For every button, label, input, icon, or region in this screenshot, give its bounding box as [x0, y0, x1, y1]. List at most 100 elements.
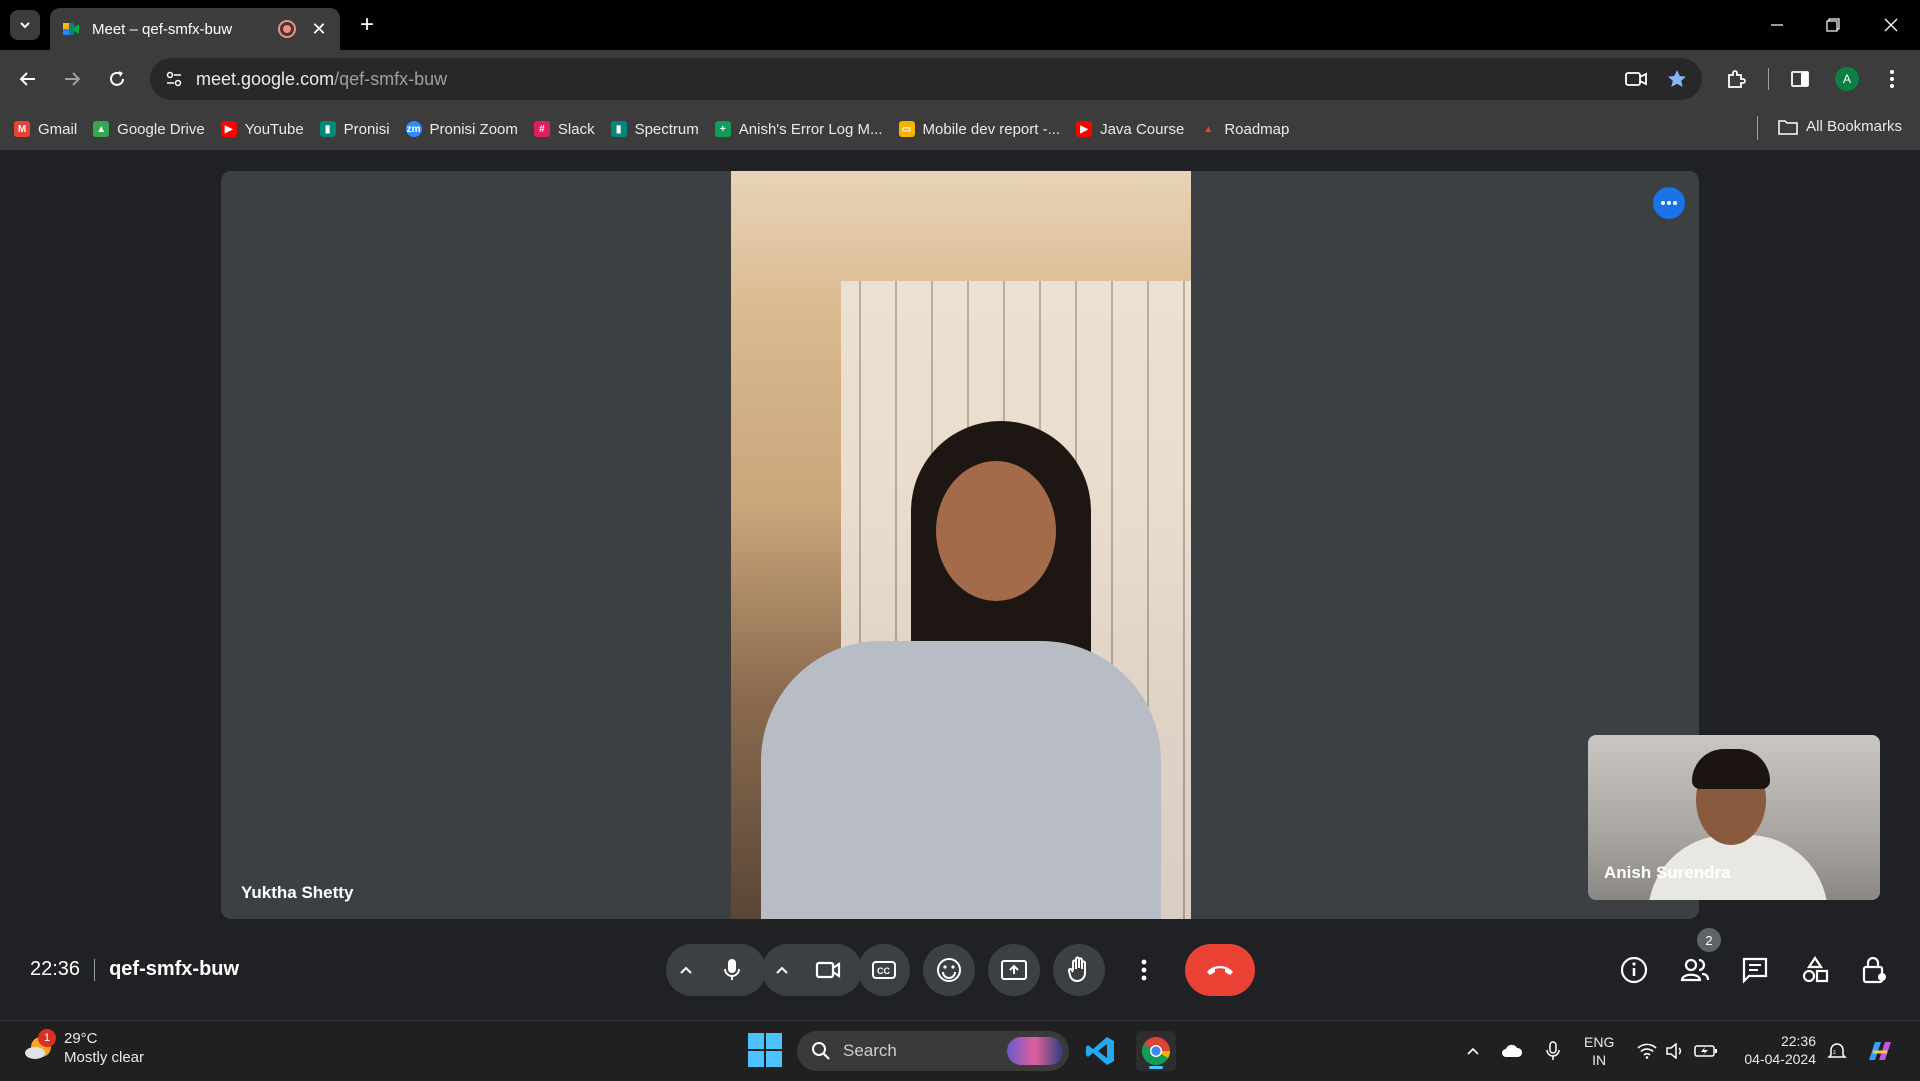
camera-control-group — [762, 944, 862, 996]
side-panel-button[interactable] — [1784, 63, 1816, 95]
arrow-left-icon — [19, 72, 35, 86]
meeting-controls-bar: 22:36 qef-smfx-buw CC 2 — [0, 928, 1920, 1010]
captions-button[interactable]: CC — [858, 944, 910, 996]
bookmark-gmail[interactable]: M Gmail — [14, 121, 77, 138]
reactions-button[interactable] — [923, 944, 975, 996]
bookmark-error-log[interactable]: + Anish's Error Log M... — [714, 121, 883, 138]
tray-notifications[interactable]: z — [1824, 1021, 1850, 1081]
people-button[interactable] — [1673, 948, 1717, 992]
region-code: IN — [1592, 1052, 1607, 1068]
raise-hand-button[interactable] — [1053, 944, 1105, 996]
profile-avatar[interactable]: A — [1831, 63, 1863, 95]
search-label: Search — [843, 1041, 897, 1060]
new-tab-button[interactable]: + — [352, 10, 382, 40]
bookmarks-divider — [1757, 116, 1758, 140]
slack-icon: # — [533, 121, 550, 137]
details-divider — [94, 958, 96, 981]
more-horizontal-icon — [1661, 201, 1677, 205]
bookmark-star-icon[interactable] — [1666, 68, 1688, 90]
camera-in-use-icon[interactable] — [1624, 69, 1648, 89]
bookmark-pronisi-zoom[interactable]: zm Pronisi Zoom — [405, 121, 518, 138]
weather-widget[interactable]: 1 29°C Mostly clear — [24, 1029, 144, 1067]
participant-tile-main[interactable]: Yuktha Shetty — [221, 171, 1699, 919]
bookmark-spectrum[interactable]: ▮ Spectrum — [610, 121, 699, 138]
microphone-button[interactable] — [706, 944, 758, 996]
camera-button[interactable] — [802, 944, 854, 996]
tray-onedrive[interactable] — [1498, 1021, 1526, 1081]
all-bookmarks-button[interactable]: All Bookmarks — [1778, 118, 1902, 135]
emoji-icon — [937, 958, 961, 982]
windows-logo-icon-part — [766, 1033, 782, 1049]
tab-close-icon[interactable]: ✕ — [310, 19, 328, 40]
windows-taskbar: 1 29°C Mostly clear Search ENG IN 22:36 … — [0, 1020, 1920, 1080]
url-path: /qef-smfx-buw — [334, 68, 448, 89]
slides-icon: ▭ — [898, 121, 915, 137]
host-controls-button[interactable] — [1853, 948, 1897, 992]
bookmark-youtube[interactable]: ▶ YouTube — [220, 121, 304, 138]
chevron-up-icon — [776, 966, 788, 974]
tray-volume[interactable] — [1662, 1021, 1688, 1081]
self-view-tile[interactable]: Anish Surendra — [1588, 735, 1880, 900]
chat-icon — [1742, 957, 1768, 984]
sheets-icon: + — [714, 121, 731, 137]
taskbar-chrome[interactable] — [1136, 1031, 1176, 1071]
tray-overflow-button[interactable] — [1460, 1021, 1486, 1081]
self-video-hair — [1692, 749, 1770, 789]
close-window-button[interactable] — [1876, 10, 1906, 40]
chat-button[interactable] — [1733, 948, 1777, 992]
taskbar-vscode[interactable] — [1080, 1031, 1120, 1071]
site-info-icon[interactable] — [164, 69, 184, 89]
participant-more-options-button[interactable] — [1653, 187, 1685, 219]
restore-button[interactable] — [1818, 10, 1848, 40]
puzzle-icon — [1728, 70, 1746, 88]
svg-text:z: z — [1833, 1050, 1836, 1056]
bookmark-pronisi[interactable]: ▮ Pronisi — [319, 121, 390, 138]
side-panel-icon — [1791, 71, 1809, 87]
bookmarks-bar: M Gmail ▲ Google Drive ▶ YouTube ▮ Pronisi z… — [0, 108, 1920, 150]
extensions-button[interactable] — [1720, 63, 1752, 95]
browser-menu-button[interactable] — [1876, 63, 1908, 95]
system-clock[interactable]: 22:36 04-04-2024 — [1736, 1032, 1816, 1068]
windows-logo-icon-part — [766, 1051, 782, 1067]
chevron-down-icon — [20, 22, 30, 29]
forward-button[interactable] — [56, 63, 88, 95]
present-screen-button[interactable] — [988, 944, 1040, 996]
youtube-icon: ▶ — [1076, 121, 1093, 137]
back-button[interactable] — [12, 63, 44, 95]
weather-alert-badge: 1 — [38, 1029, 56, 1047]
bookmark-google-drive[interactable]: ▲ Google Drive — [93, 121, 205, 138]
tray-microphone[interactable] — [1540, 1021, 1566, 1081]
participant-name: Yuktha Shetty — [241, 883, 354, 902]
bookmark-slack[interactable]: # Slack — [533, 121, 595, 138]
video-person-face — [936, 461, 1056, 601]
meeting-time: 22:36 — [30, 958, 81, 980]
taskbar-search[interactable]: Search — [797, 1031, 1069, 1071]
tray-wifi[interactable] — [1634, 1021, 1660, 1081]
tab-search-button[interactable] — [10, 10, 40, 40]
kebab-menu-icon — [1890, 70, 1894, 88]
chevron-up-icon — [1467, 1047, 1479, 1055]
chevron-up-icon — [680, 966, 692, 974]
start-button[interactable] — [748, 1033, 782, 1067]
more-options-button[interactable] — [1118, 944, 1170, 996]
bookmark-roadmap[interactable]: ▲ Roadmap — [1200, 121, 1289, 138]
bookmark-mobile-dev-report[interactable]: ▭ Mobile dev report -... — [898, 121, 1060, 138]
lock-person-icon — [1862, 956, 1886, 984]
tray-copilot[interactable] — [1862, 1021, 1898, 1081]
audio-options-button[interactable] — [666, 944, 706, 996]
activities-button[interactable] — [1793, 948, 1837, 992]
video-options-button[interactable] — [762, 944, 802, 996]
input-language-indicator[interactable]: ENG IN — [1584, 1033, 1614, 1069]
info-icon — [1620, 956, 1648, 984]
meet-stage: Yuktha Shetty Anish Surendra — [0, 150, 1920, 1018]
meet-icon — [63, 23, 79, 35]
tray-battery[interactable] — [1692, 1021, 1720, 1081]
bookmark-java-course[interactable]: ▶ Java Course — [1076, 121, 1184, 138]
reload-button[interactable] — [101, 63, 133, 95]
svg-text:CC: CC — [877, 966, 890, 976]
browser-tab-meet[interactable]: Meet – qef-smfx-buw ✕ — [50, 8, 340, 50]
minimize-button[interactable] — [1762, 10, 1792, 40]
meeting-details-button[interactable] — [1612, 948, 1656, 992]
address-bar[interactable]: meet.google.com/qef-smfx-buw — [150, 58, 1702, 100]
leave-call-button[interactable] — [1185, 944, 1255, 996]
